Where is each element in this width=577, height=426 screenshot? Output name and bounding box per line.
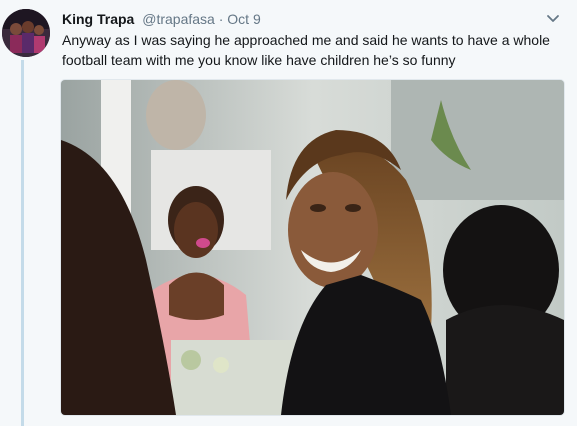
separator-dot: · bbox=[218, 11, 224, 27]
timestamp[interactable]: Oct 9 bbox=[227, 11, 260, 27]
tweet-header: King Trapa @trapafasa · Oct 9 bbox=[62, 10, 261, 28]
tweet-text: Anyway as I was saying he approached me … bbox=[62, 32, 550, 68]
author-handle[interactable]: @trapafasa bbox=[142, 11, 215, 27]
tweet-photo[interactable] bbox=[60, 79, 565, 416]
photo-image bbox=[61, 80, 564, 415]
avatar[interactable] bbox=[2, 9, 50, 57]
thread-connector-line bbox=[21, 60, 24, 426]
avatar-image bbox=[2, 9, 50, 57]
chevron-down-icon[interactable] bbox=[545, 12, 561, 26]
author-name[interactable]: King Trapa bbox=[62, 11, 134, 27]
